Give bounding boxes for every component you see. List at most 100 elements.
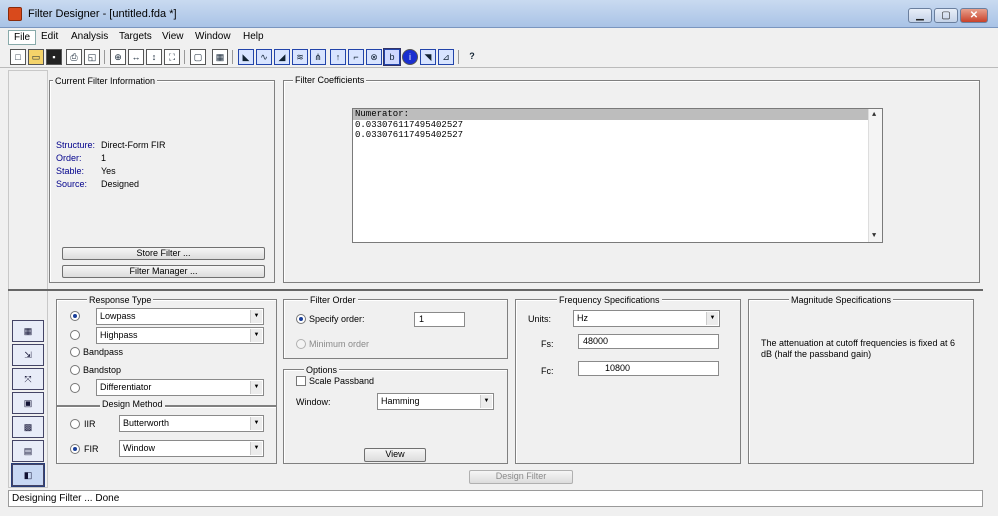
matlab-app-icon [8,7,22,21]
stable-value: Yes [101,166,116,176]
coefficients-listbox[interactable]: Numerator: 0.033076117495402527 0.033076… [352,108,883,243]
filter-order-legend: Filter Order [308,295,358,305]
window-dropdown[interactable]: Hamming ▼ [377,393,494,410]
design-filter-button[interactable]: Design Filter [469,470,573,484]
window-title: Filter Designer - [untitled.fda *] [28,8,177,20]
impulse-response-icon[interactable]: ↑ [330,49,346,65]
toolbar-separator [458,50,459,64]
store-filter-button[interactable]: Store Filter ... [62,247,265,260]
whats-this-help-icon[interactable]: ? [464,49,480,65]
order-label: Order: [56,153,82,163]
view-button[interactable]: View [364,448,426,462]
phase-delay-icon[interactable]: ⋔ [310,49,326,65]
print-preview-icon[interactable]: ◱ [84,49,100,65]
design-filter-panel-icon[interactable]: ◧ [11,463,45,487]
differentiator-dropdown[interactable]: Differentiator ▼ [96,379,264,396]
differentiator-option: Differentiator [100,382,152,392]
scroll-up-icon[interactable]: ▲ [872,111,876,119]
scale-passband-checkbox[interactable] [296,376,306,386]
magnitude-response-icon[interactable]: ◣ [238,49,254,65]
specify-order-radio[interactable] [296,314,306,324]
pole-zero-editor-icon[interactable]: ▦ [12,320,44,342]
menu-window[interactable]: Window [190,30,236,43]
numerator-header[interactable]: Numerator: [353,109,869,120]
menu-view[interactable]: View [157,30,189,43]
new-window-icon[interactable]: ▢ [190,49,206,65]
structure-label: Structure: [56,140,96,150]
full-view-icon[interactable]: ⛶ [164,49,180,65]
magnitude-specs-legend: Magnitude Specifications [789,295,894,305]
import-filter-icon[interactable]: ⇲ [12,344,44,366]
multirate-filter-icon[interactable]: ▣ [12,392,44,414]
pole-zero-icon[interactable]: ⊗ [366,49,382,65]
fs-input[interactable]: 48000 [578,334,719,349]
menu-file[interactable]: File [8,30,37,45]
print-icon[interactable]: ⎙ [66,49,82,65]
options-legend: Options [304,365,340,375]
listbox-scrollbar[interactable]: ▲ ▼ [868,109,882,242]
filter-info-icon[interactable]: i [402,49,418,65]
lowpass-radio[interactable] [70,311,80,321]
menu-targets[interactable]: Targets [114,30,157,43]
coefficient-value[interactable]: 0.033076117495402527 [353,120,882,130]
dropdown-arrow-icon: ▼ [480,395,492,408]
differentiator-radio[interactable] [70,383,80,393]
minimize-button[interactable]: ▁ [908,8,932,23]
magnitude-estimate-icon[interactable]: ◥ [420,49,436,65]
magnitude-phase-icon[interactable]: ◢ [274,49,290,65]
toolbar-separator [104,50,105,64]
frequency-specs-legend: Frequency Specifications [557,295,662,305]
group-delay-icon[interactable]: ≋ [292,49,308,65]
structure-value: Direct-Form FIR [101,140,166,150]
dropdown-arrow-icon: ▼ [250,442,262,455]
status-bar: Designing Filter ... Done [8,490,983,507]
round-off-noise-icon[interactable]: ⊿ [438,49,454,65]
scroll-down-icon[interactable]: ▼ [872,232,876,240]
highpass-radio[interactable] [70,330,80,340]
zoom-y-icon[interactable]: ↕ [146,49,162,65]
bandpass-radio[interactable] [70,347,80,357]
filter-order-panel [283,299,508,359]
zoom-in-icon[interactable]: ⊕ [110,49,126,65]
fc-input[interactable]: 10800 [578,361,719,376]
design-method-legend: Design Method [100,399,165,409]
fir-radio[interactable] [70,444,80,454]
zoom-x-icon[interactable]: ↔ [128,49,144,65]
maximize-button[interactable]: ▢ [934,8,958,23]
quantize-filter-icon[interactable]: ▩ [12,416,44,438]
bandstop-radio[interactable] [70,365,80,375]
menu-analysis[interactable]: Analysis [66,30,113,43]
save-icon[interactable]: ▪ [46,49,62,65]
new-file-icon[interactable]: □ [10,49,26,65]
window-label: Window: [296,397,331,407]
close-button[interactable]: ✕ [960,8,988,23]
iir-radio[interactable] [70,419,80,429]
dropdown-arrow-icon: ▼ [250,381,262,394]
units-dropdown[interactable]: Hz ▼ [573,310,720,327]
menu-edit[interactable]: Edit [36,30,63,43]
lowpass-option: Lowpass [100,311,136,321]
lowpass-dropdown[interactable]: Lowpass ▼ [96,308,264,325]
magnitude-specs-note: The attenuation at cutoff frequencies is… [761,338,955,359]
step-response-icon[interactable]: ⌐ [348,49,364,65]
dropdown-arrow-icon: ▼ [250,417,262,430]
coefficient-value[interactable]: 0.033076117495402527 [353,130,882,140]
realize-model-icon[interactable]: ▤ [12,440,44,462]
source-value: Designed [101,179,140,189]
dropdown-arrow-icon: ▼ [706,312,718,325]
filter-manager-button[interactable]: Filter Manager ... [62,265,265,278]
filter-visualization-icon[interactable]: ▦ [212,49,228,65]
phase-response-icon[interactable]: ∿ [256,49,272,65]
fs-label: Fs: [541,339,554,349]
transform-filter-icon[interactable]: ⤧ [12,368,44,390]
fir-method-dropdown[interactable]: Window ▼ [119,440,264,457]
open-folder-icon[interactable]: ▭ [28,49,44,65]
bandpass-label: Bandpass [83,347,124,357]
order-input[interactable]: 1 [414,312,465,327]
minimum-order-radio[interactable] [296,339,306,349]
source-label: Source: [56,179,88,189]
highpass-dropdown[interactable]: Highpass ▼ [96,327,264,344]
menu-help[interactable]: Help [238,30,269,43]
filter-coefficients-icon[interactable]: b [383,48,401,66]
iir-method-dropdown[interactable]: Butterworth ▼ [119,415,264,432]
